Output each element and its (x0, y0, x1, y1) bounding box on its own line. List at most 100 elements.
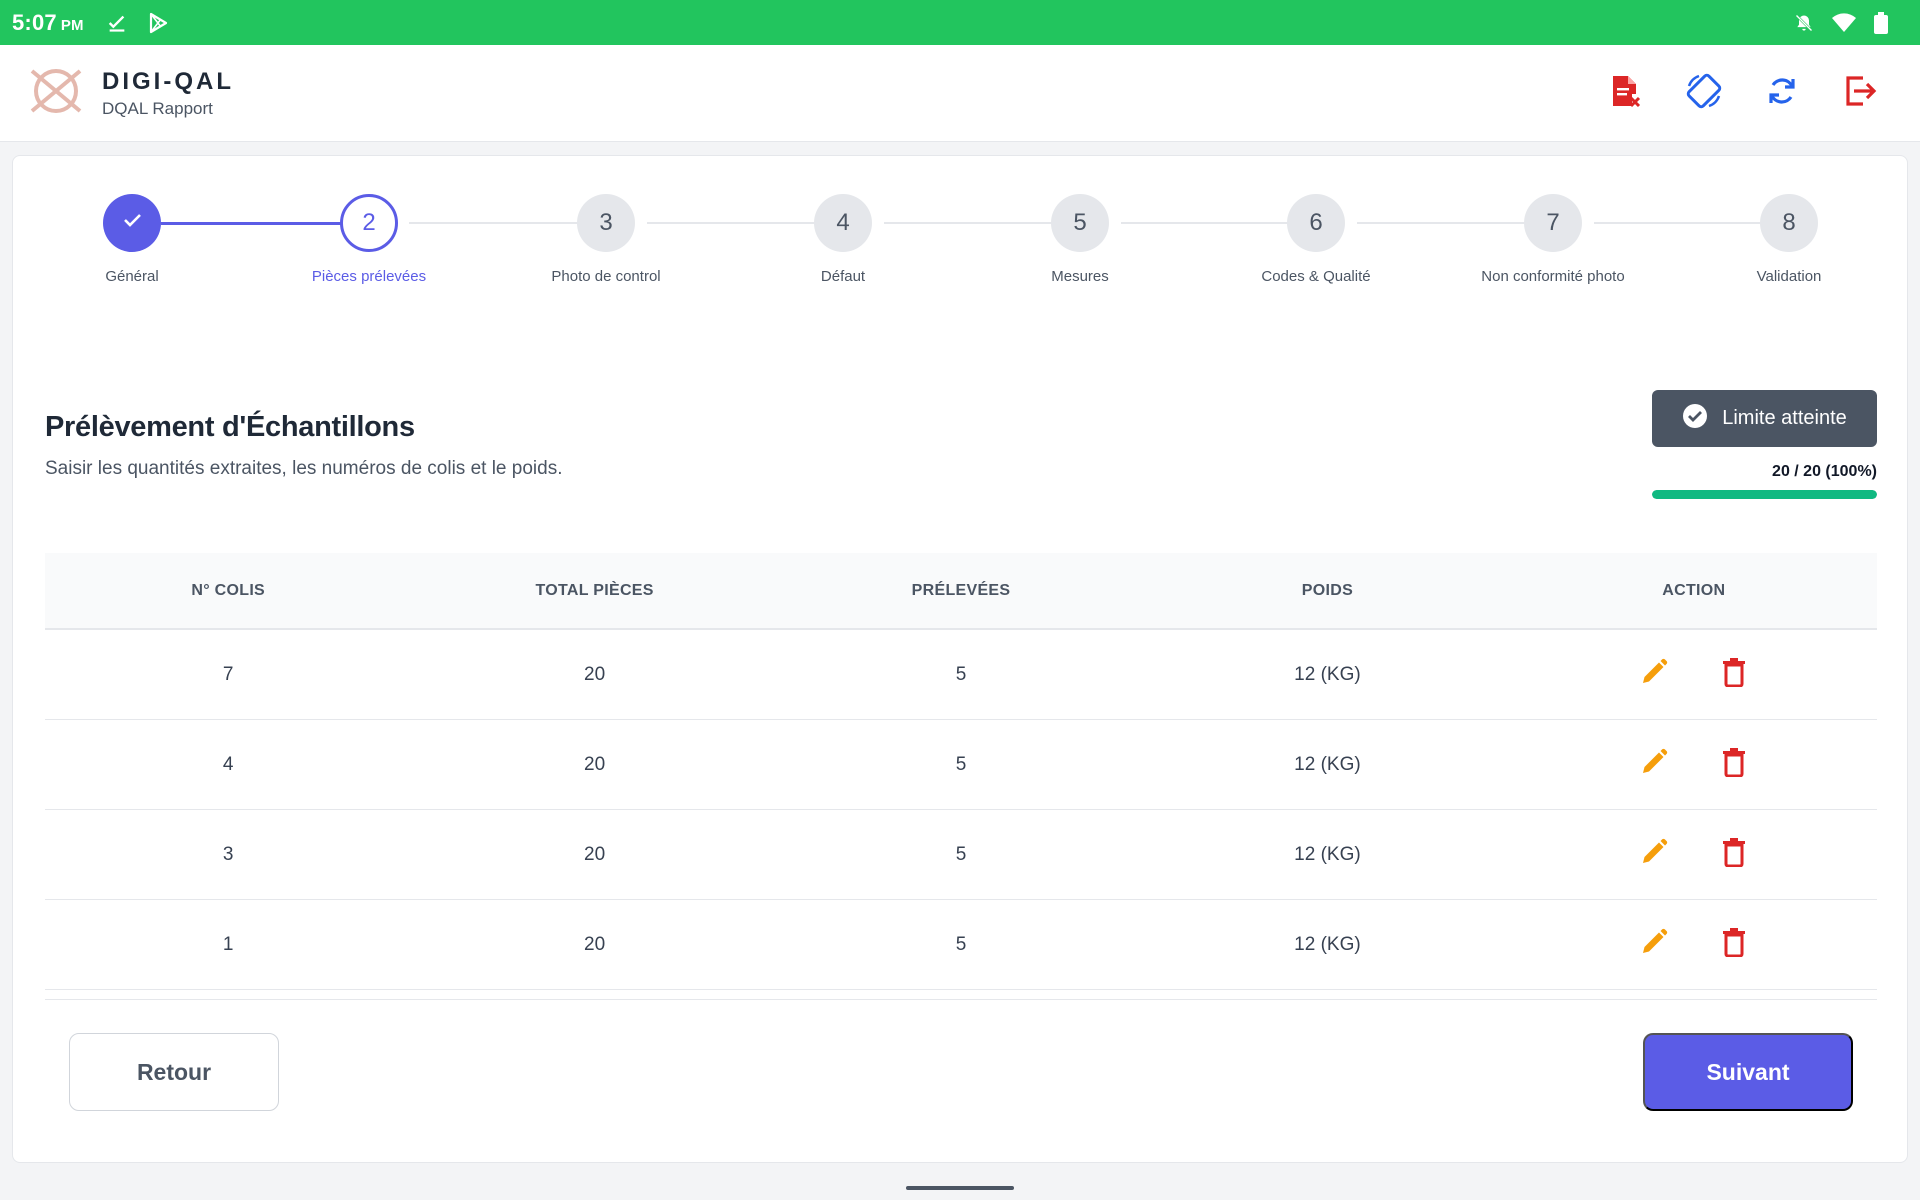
download-done-icon (106, 12, 128, 34)
cell-poids: 12 (KG) (1294, 843, 1361, 865)
battery-icon (1874, 11, 1888, 34)
table-row: 7 20 5 12 (KG) (45, 630, 1877, 720)
logout-icon (1843, 74, 1877, 113)
trash-icon (1721, 927, 1747, 963)
limit-badge: Limite atteinte (1652, 390, 1877, 447)
table-row: 4 20 5 12 (KG) (45, 720, 1877, 810)
samples-table: N° COLIS TOTAL PIÈCES PRÉLEVÉES POIDS AC… (45, 553, 1877, 1000)
step-label: Validation (1756, 268, 1822, 285)
step-general[interactable]: Général (32, 194, 232, 285)
edit-button[interactable] (1636, 837, 1672, 873)
step-codes-qualite[interactable]: 6 Codes & Qualité (1216, 194, 1416, 285)
cell-poids: 12 (KG) (1294, 933, 1361, 955)
step-mesures[interactable]: 5 Mesures (980, 194, 1180, 285)
column-header: TOTAL PIÈCES (535, 581, 654, 599)
sync-button[interactable] (1764, 75, 1800, 111)
wifi-icon (1832, 12, 1856, 33)
status-time: 5:07 PM (12, 9, 84, 35)
pencil-icon (1639, 927, 1669, 963)
screen-rotation-icon (1685, 72, 1723, 115)
cell-actions (1511, 837, 1877, 873)
cell-poids: 12 (KG) (1294, 663, 1361, 685)
cell-actions (1511, 657, 1877, 693)
trash-icon (1721, 747, 1747, 783)
step-non-conformite-photo[interactable]: 7 Non conformité photo (1453, 194, 1653, 285)
edit-button[interactable] (1636, 927, 1672, 963)
home-indicator[interactable] (906, 1186, 1014, 1190)
progress-bar (1652, 490, 1877, 499)
cell-total: 20 (584, 843, 606, 865)
trash-icon (1721, 837, 1747, 873)
cell-actions (1511, 927, 1877, 963)
limit-badge-label: Limite atteinte (1722, 407, 1847, 429)
table-row: 1 20 5 12 (KG) (45, 900, 1877, 990)
step-label: Non conformité photo (1481, 268, 1625, 285)
step-validation[interactable]: 8 Validation (1689, 194, 1889, 285)
table-divider (45, 990, 1877, 1000)
step-label: Défaut (820, 268, 866, 285)
step-circle: 5 (1051, 194, 1109, 252)
brand-name: DIGI-QAL (102, 67, 234, 95)
delete-button[interactable] (1716, 927, 1752, 963)
edit-button[interactable] (1636, 657, 1672, 693)
next-button[interactable]: Suivant (1643, 1033, 1853, 1111)
progress-text: 20 / 20 (100%) (1772, 463, 1877, 480)
table-header: N° COLIS TOTAL PIÈCES PRÉLEVÉES POIDS AC… (45, 553, 1877, 630)
column-header: ACTION (1662, 581, 1726, 599)
system-status-bar: 5:07 PM (0, 0, 1920, 45)
cell-colis: 1 (222, 933, 234, 955)
pencil-icon (1639, 657, 1669, 693)
column-header: POIDS (1301, 581, 1354, 599)
brand: DIGI-QAL DQAL Rapport (28, 65, 234, 122)
step-defaut[interactable]: 4 Défaut (743, 194, 943, 285)
app-header: DIGI-QAL DQAL Rapport (0, 45, 1920, 142)
logout-button[interactable] (1842, 75, 1878, 111)
cell-prelevees: 5 (955, 843, 967, 865)
check-circle-icon (1682, 403, 1708, 435)
cell-colis: 3 (222, 843, 234, 865)
step-circle: 7 (1524, 194, 1582, 252)
screen-rotation-button[interactable] (1686, 73, 1722, 111)
brand-subtitle: DQAL Rapport (102, 98, 213, 118)
section-description: Saisir les quantités extraites, les numé… (45, 458, 563, 479)
cell-colis: 4 (222, 753, 234, 775)
step-circle: 3 (577, 194, 635, 252)
progress-fill (1652, 490, 1877, 499)
step-label: Général (105, 268, 159, 285)
cell-poids: 12 (KG) (1294, 753, 1361, 775)
step-circle: 8 (1760, 194, 1818, 252)
cancel-report-icon (1610, 74, 1642, 113)
column-header: N° COLIS (191, 581, 266, 599)
cell-prelevees: 5 (955, 663, 967, 685)
step-photo-de-control[interactable]: 3 Photo de control (506, 194, 706, 285)
stepper: Général 2 Pièces prélevées 3 Photo de co… (13, 194, 1909, 294)
step-circle: 6 (1287, 194, 1345, 252)
cell-total: 20 (584, 933, 606, 955)
delete-button[interactable] (1716, 747, 1752, 783)
column-header: PRÉLEVÉES (911, 581, 1011, 599)
step-circle: 2 (340, 194, 398, 252)
cell-prelevees: 5 (955, 933, 967, 955)
delete-button[interactable] (1716, 837, 1752, 873)
cell-total: 20 (584, 753, 606, 775)
edit-button[interactable] (1636, 747, 1672, 783)
main-card: Général 2 Pièces prélevées 3 Photo de co… (12, 155, 1908, 1163)
section-title: Prélèvement d'Échantillons (45, 411, 415, 443)
step-circle (103, 194, 161, 252)
notifications-off-icon (1794, 13, 1814, 33)
back-button[interactable]: Retour (69, 1033, 279, 1111)
cancel-report-button[interactable] (1608, 75, 1644, 111)
trash-icon (1721, 657, 1747, 693)
step-label: Mesures (1051, 268, 1109, 285)
cell-total: 20 (584, 663, 606, 685)
step-pieces-prelevees[interactable]: 2 Pièces prélevées (269, 194, 469, 285)
cell-colis: 7 (222, 663, 234, 685)
delete-button[interactable] (1716, 657, 1752, 693)
step-label: Pièces prélevées (311, 268, 427, 285)
sync-icon (1765, 74, 1799, 113)
step-label: Codes & Qualité (1261, 268, 1371, 285)
check-icon (120, 208, 144, 239)
cell-prelevees: 5 (955, 753, 967, 775)
logo-icon (28, 65, 84, 122)
table-row: 3 20 5 12 (KG) (45, 810, 1877, 900)
